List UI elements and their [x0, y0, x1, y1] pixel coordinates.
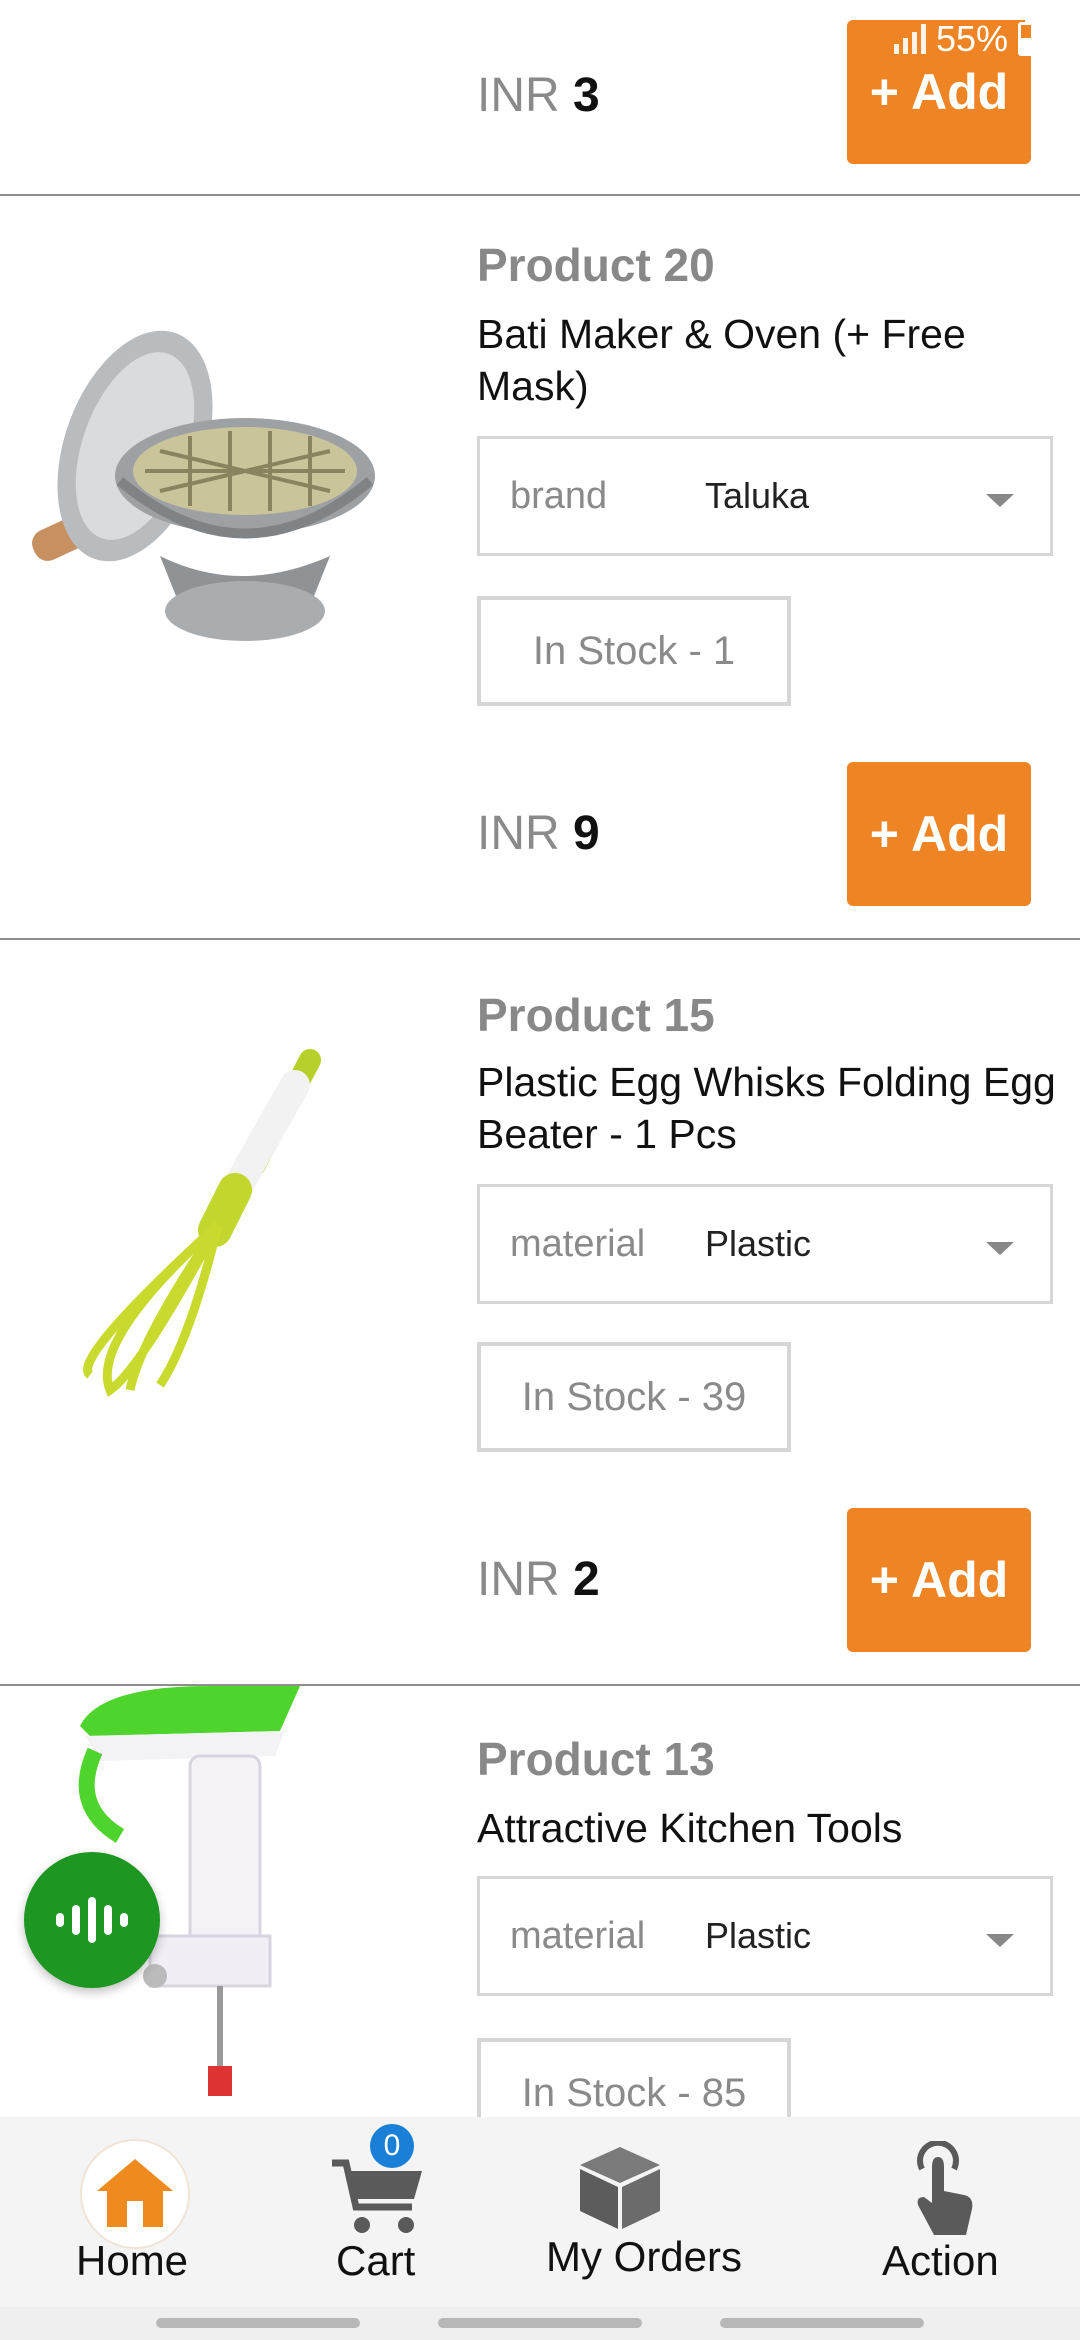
box-icon	[580, 2147, 660, 2229]
stock-badge: In Stock - 1	[477, 596, 791, 706]
product-image-bati-maker	[32, 330, 375, 641]
product-card: Product 13 Attractive Kitchen Tools mate…	[0, 1686, 1080, 2148]
nav-home[interactable]: Home	[60, 2117, 210, 2307]
variant-dropdown[interactable]: brand Taluka	[477, 436, 1053, 556]
nav-action-label: Action	[882, 2237, 999, 2284]
variant-attribute: material	[510, 1222, 646, 1265]
battery-percent: 55%	[935, 18, 1008, 59]
variant-dropdown[interactable]: material Plastic	[477, 1184, 1053, 1304]
bottom-navigation: Home 0 Cart My Orders Action	[0, 2117, 1080, 2307]
dropdown-caret-icon	[986, 1242, 1014, 1255]
price: INR 9	[477, 807, 600, 860]
status-bar: 55%	[893, 17, 1040, 60]
product-description: Bati Maker & Oven (+ Free Mask)	[477, 311, 966, 409]
voice-assistant-button[interactable]	[24, 1852, 160, 1988]
home-icon	[97, 2159, 173, 2227]
dropdown-caret-icon	[986, 494, 1014, 507]
add-button[interactable]: + Add	[847, 762, 1031, 906]
variant-value: Plastic	[705, 1915, 812, 1956]
nav-cart-label: Cart	[336, 2237, 416, 2284]
dropdown-caret-icon	[986, 1934, 1014, 1947]
gesture-bar[interactable]	[438, 2318, 642, 2328]
tap-icon	[917, 2141, 973, 2235]
variant-value: Plastic	[705, 1223, 812, 1264]
gesture-bar[interactable]	[156, 2318, 360, 2328]
product-title: Product 15	[477, 989, 715, 1041]
stock-badge: In Stock - 39	[477, 1342, 791, 1452]
price: INR 2	[477, 1553, 600, 1606]
product-image-egg-whisk	[83, 1049, 321, 1397]
price: INR 3	[477, 69, 600, 122]
voice-icon	[56, 1913, 64, 1927]
signal-icon	[893, 24, 926, 54]
cart-icon	[332, 2159, 422, 2233]
variant-value: Taluka	[705, 475, 810, 516]
add-button[interactable]: + Add	[847, 1508, 1031, 1652]
nav-my-orders[interactable]: My Orders	[540, 2117, 760, 2307]
product-description: Plastic Egg Whisks Folding Egg Beater - …	[477, 1059, 1056, 1157]
nav-action[interactable]: Action	[870, 2117, 1020, 2307]
variant-dropdown[interactable]: material Plastic	[477, 1876, 1053, 1996]
variant-attribute: brand	[510, 474, 608, 517]
gesture-bar[interactable]	[720, 2318, 924, 2328]
nav-home-label: Home	[76, 2237, 189, 2284]
battery-icon	[1018, 17, 1040, 56]
product-title: Product 20	[477, 239, 715, 291]
nav-orders-label: My Orders	[546, 2233, 743, 2280]
nav-cart[interactable]: 0 Cart	[320, 2117, 470, 2307]
cart-count-badge: 0	[370, 2124, 414, 2168]
product-description: Attractive Kitchen Tools	[477, 1805, 903, 1851]
product-card: Product 15 Plastic Egg Whisks Folding Eg…	[0, 940, 1080, 1686]
product-card: Product 20 Bati Maker & Oven (+ Free Mas…	[0, 196, 1080, 940]
product-title: Product 13	[477, 1733, 715, 1785]
variant-attribute: material	[510, 1914, 646, 1957]
